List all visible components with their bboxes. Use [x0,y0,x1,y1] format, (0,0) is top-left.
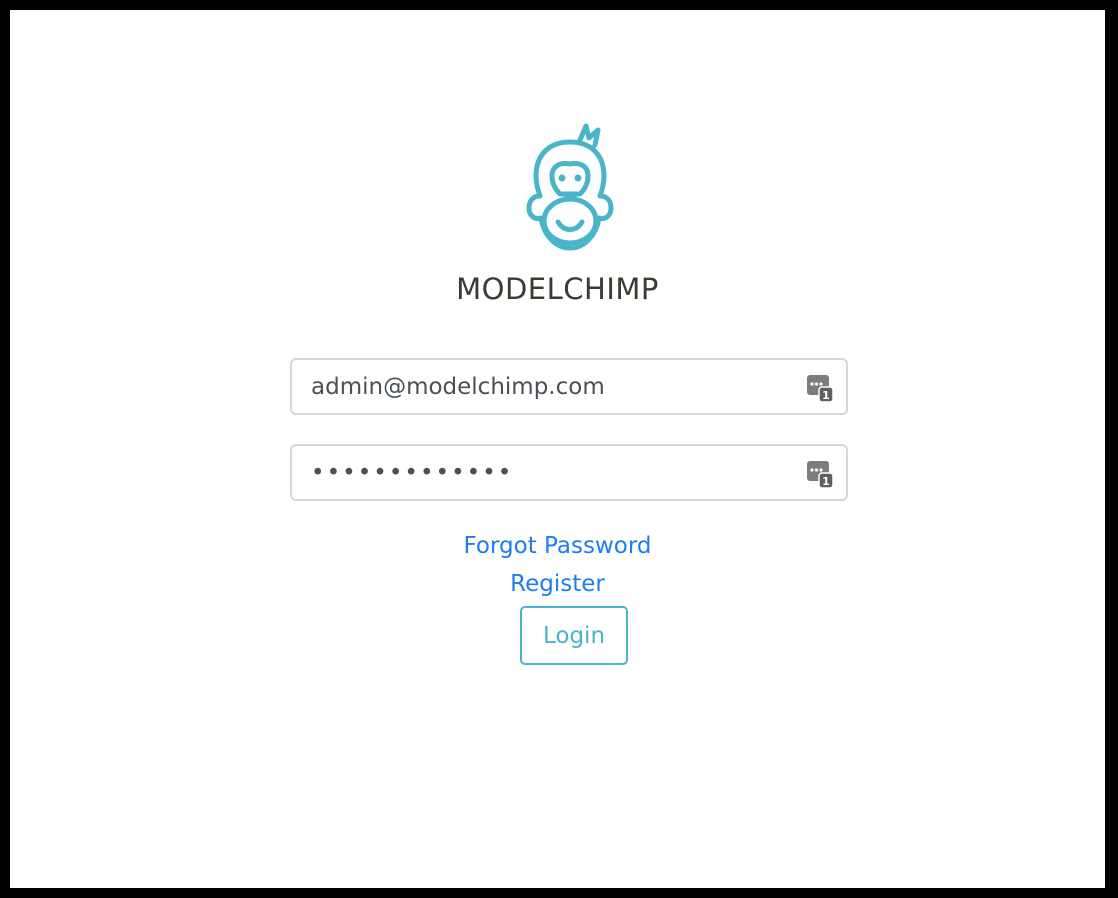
svg-text:1: 1 [822,475,830,488]
password-manager-icon[interactable]: 1 [806,459,834,489]
password-field[interactable]: 1 [290,444,848,501]
register-link[interactable]: Register [510,571,605,597]
svg-text:1: 1 [822,389,830,402]
forgot-password-row: Forgot Password [10,533,1105,559]
password-input[interactable] [292,446,846,499]
forgot-password-link[interactable]: Forgot Password [464,533,652,559]
password-manager-icon[interactable]: 1 [806,373,834,403]
register-row: Register [10,571,1105,597]
browser-window: MODELCHIMP 1 1 Forgot Password Register [10,10,1105,888]
login-button[interactable]: Login [520,606,628,665]
email-input[interactable] [292,360,846,413]
email-field[interactable]: 1 [290,358,848,415]
brand-name: MODELCHIMP [456,272,659,306]
chimp-logo-icon [526,123,614,251]
